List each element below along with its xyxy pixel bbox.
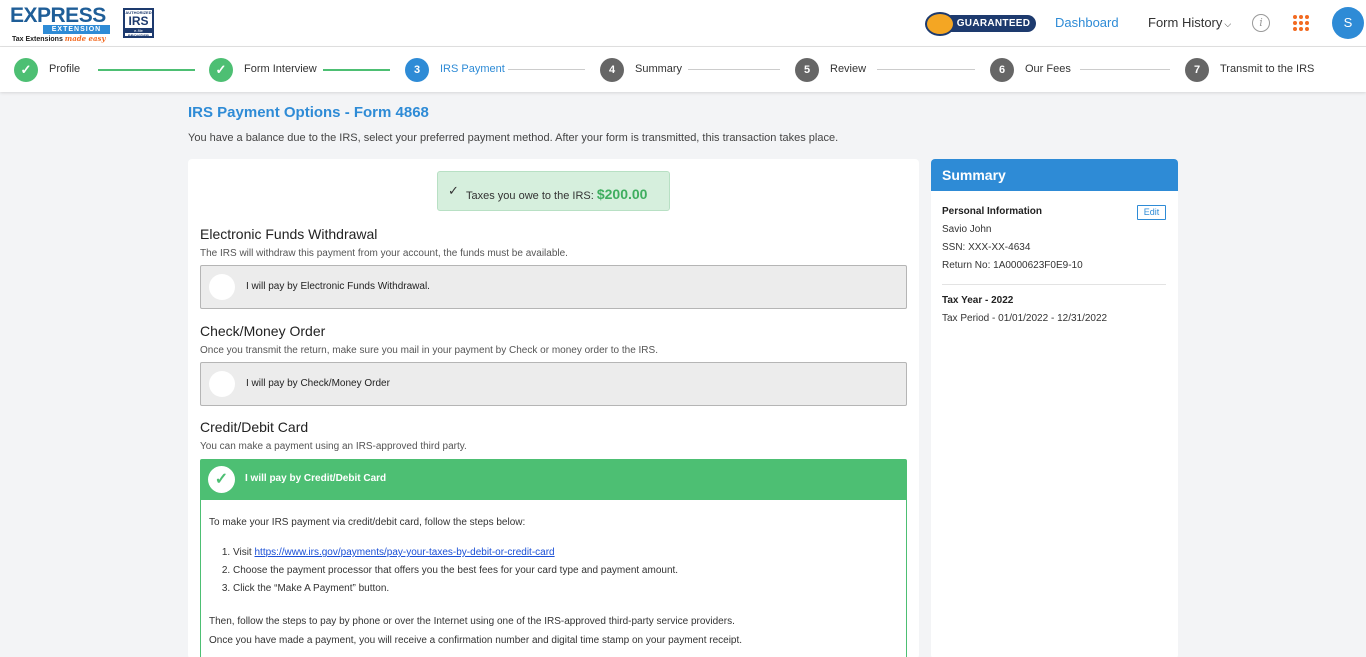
step-connector bbox=[1080, 69, 1170, 70]
guaranteed-badge: GUARANTEED bbox=[925, 12, 1037, 36]
efw-option[interactable]: I will pay by Electronic Funds Withdrawa… bbox=[200, 265, 907, 309]
step-label: IRS Payment bbox=[440, 63, 505, 75]
card-section-desc: You can make a payment using an IRS-appr… bbox=[200, 441, 467, 452]
card-step-1-prefix: Visit bbox=[233, 547, 252, 558]
nav-dashboard-link[interactable]: Dashboard bbox=[1055, 15, 1119, 30]
step-label: Profile bbox=[49, 63, 81, 75]
summary-divider bbox=[942, 284, 1166, 285]
taxes-owed-label: Taxes you owe to the IRS: bbox=[466, 190, 594, 202]
step-number: 3 bbox=[405, 58, 429, 82]
express-extension-logo[interactable]: EXPRESS EXTENSION Tax Extensions made ea… bbox=[10, 5, 112, 43]
step-connector bbox=[323, 69, 390, 71]
card-step-1: Visit https://www.irs.gov/payments/pay-y… bbox=[233, 544, 899, 562]
step-number: 6 bbox=[990, 58, 1014, 82]
logo-tagline: Tax Extensions made easy bbox=[12, 34, 106, 43]
efw-section-title: Electronic Funds Withdrawal bbox=[200, 226, 378, 242]
step-label: Our Fees bbox=[1025, 63, 1071, 75]
step-number: 4 bbox=[600, 58, 624, 82]
guaranteed-ribbon: GUARANTEED bbox=[943, 15, 1036, 32]
efw-option-label: I will pay by Electronic Funds Withdrawa… bbox=[246, 281, 430, 292]
top-header: EXPRESS EXTENSION Tax Extensions made ea… bbox=[0, 0, 1366, 47]
nav-form-history-dropdown[interactable]: Form History ⌵ bbox=[1148, 15, 1231, 30]
page-title: IRS Payment Options - Form 4868 bbox=[188, 104, 429, 121]
nav-form-history-label: Form History bbox=[1148, 15, 1223, 30]
check-icon: ✓ bbox=[448, 183, 459, 198]
card-intro: To make your IRS payment via credit/debi… bbox=[209, 517, 526, 528]
irs-badge-big: IRS bbox=[128, 14, 149, 28]
logo-extension-bar: EXTENSION bbox=[43, 25, 110, 34]
step-connector bbox=[508, 69, 585, 70]
step-connector bbox=[688, 69, 780, 70]
selected-check-icon: ✓ bbox=[208, 466, 235, 493]
taxes-owed-banner: ✓ Taxes you owe to the IRS: $200.00 bbox=[437, 171, 670, 211]
tax-period: Tax Period - 01/01/2022 - 12/31/2022 bbox=[942, 313, 1108, 324]
card-step-3: Click the “Make A Payment” button. bbox=[233, 580, 899, 598]
step-number: 5 bbox=[795, 58, 819, 82]
logo-tagline-italic: made easy bbox=[64, 34, 106, 43]
progress-stepper: ✓ Profile ✓ Form Interview 3 IRS Payment… bbox=[0, 47, 1366, 92]
step-connector bbox=[98, 69, 195, 71]
taxes-owed-text: Taxes you owe to the IRS: $200.00 bbox=[466, 186, 647, 202]
card-instructions: To make your IRS payment via credit/debi… bbox=[209, 516, 899, 650]
irs-payment-link[interactable]: https://www.irs.gov/payments/pay-your-ta… bbox=[255, 547, 555, 558]
card-outro-2: Once you have made a payment, you will r… bbox=[209, 635, 743, 646]
logo-wordmark: EXPRESS bbox=[10, 4, 106, 27]
apps-grid-icon[interactable] bbox=[1293, 15, 1309, 31]
card-step-2: Choose the payment processor that offers… bbox=[233, 562, 899, 580]
edit-button[interactable]: Edit bbox=[1137, 205, 1166, 220]
page-subtitle: You have a balance due to the IRS, selec… bbox=[188, 132, 839, 144]
efw-section-desc: The IRS will withdraw this payment from … bbox=[200, 248, 568, 259]
guarantee-seal-icon bbox=[925, 12, 955, 36]
efw-radio[interactable] bbox=[209, 274, 235, 300]
step-check-icon: ✓ bbox=[209, 58, 233, 82]
step-label: Transmit to the IRS bbox=[1220, 63, 1315, 75]
taxes-owed-amount: $200.00 bbox=[596, 186, 648, 202]
personal-info-label: Personal Information bbox=[942, 206, 1043, 217]
step-label: Form Interview bbox=[244, 63, 317, 75]
tax-year-label: Tax Year - 2022 bbox=[942, 295, 1014, 306]
irs-badge-bottom: PROVIDER bbox=[128, 33, 149, 38]
check-radio[interactable] bbox=[209, 371, 235, 397]
check-option[interactable]: I will pay by Check/Money Order bbox=[200, 362, 907, 406]
step-label: Summary bbox=[635, 63, 683, 75]
summary-ssn: SSN: XXX-XX-4634 bbox=[942, 242, 1031, 253]
card-steps-list: Visit https://www.irs.gov/payments/pay-y… bbox=[233, 544, 899, 598]
irs-authorized-provider-badge: AUTHORIZED IRS e-file PROVIDER bbox=[123, 8, 154, 38]
user-avatar[interactable]: S bbox=[1332, 7, 1364, 39]
check-section-title: Check/Money Order bbox=[200, 323, 326, 339]
step-check-icon: ✓ bbox=[14, 58, 38, 82]
logo-tagline-text: Tax Extensions bbox=[12, 36, 63, 43]
summary-panel: Summary Personal Information Edit Savio … bbox=[931, 159, 1178, 657]
check-section-desc: Once you transmit the return, make sure … bbox=[200, 345, 658, 356]
step-number: 7 bbox=[1185, 58, 1209, 82]
card-option-header[interactable]: ✓ I will pay by Credit/Debit Card bbox=[201, 460, 906, 500]
summary-title: Summary bbox=[931, 159, 1178, 191]
info-icon[interactable]: i bbox=[1252, 14, 1270, 32]
card-outro-1: Then, follow the steps to pay by phone o… bbox=[209, 616, 735, 627]
payment-options-card: ✓ Taxes you owe to the IRS: $200.00 Elec… bbox=[188, 159, 919, 657]
check-option-label: I will pay by Check/Money Order bbox=[246, 378, 390, 389]
step-label: Review bbox=[830, 63, 867, 75]
summary-return-no: Return No: 1A0000623F0E9-10 bbox=[942, 260, 1083, 271]
summary-name: Savio John bbox=[942, 224, 992, 235]
card-section-title: Credit/Debit Card bbox=[200, 419, 309, 435]
chevron-down-icon: ⌵ bbox=[1224, 19, 1232, 29]
card-option-selected: ✓ I will pay by Credit/Debit Card To mak… bbox=[200, 459, 907, 657]
card-option-label: I will pay by Credit/Debit Card bbox=[245, 473, 387, 484]
step-connector bbox=[877, 69, 975, 70]
